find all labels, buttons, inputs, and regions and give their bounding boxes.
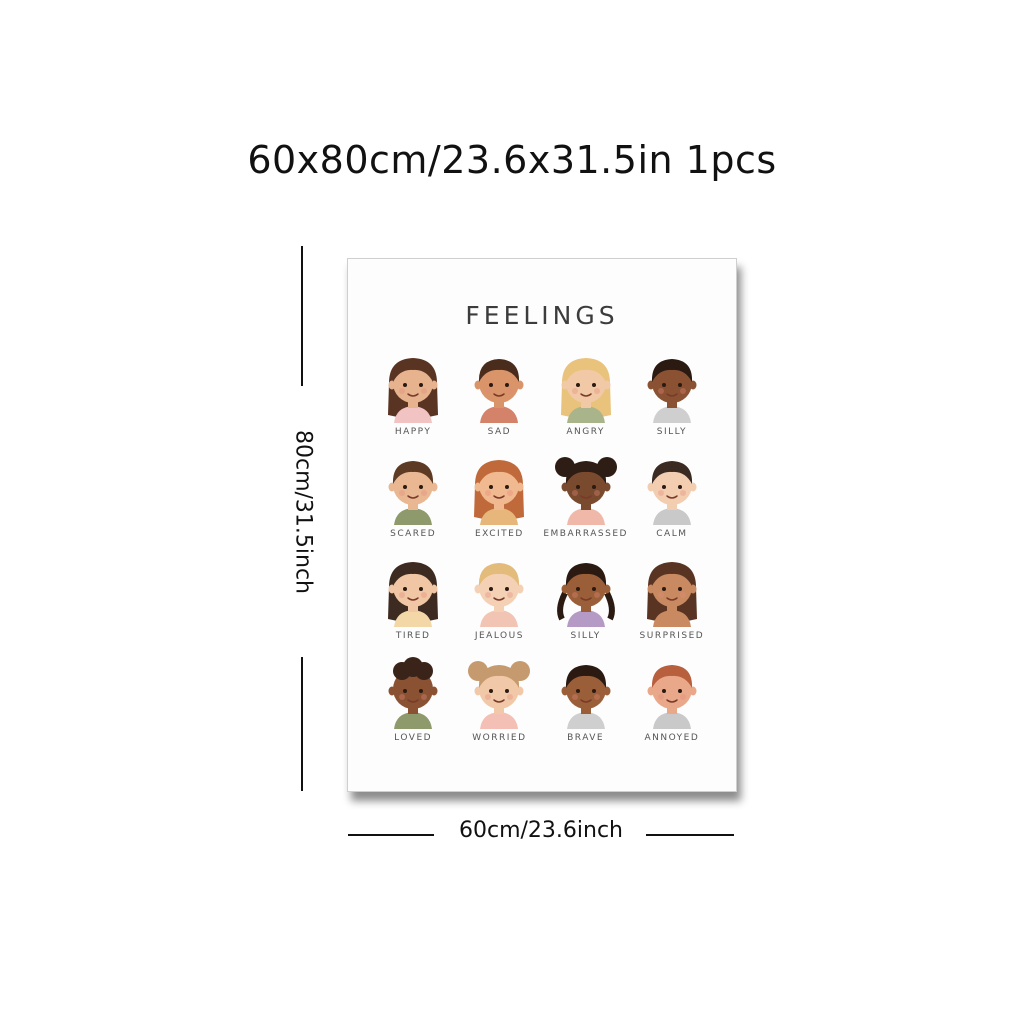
width-dimension: 60cm/23.6inch bbox=[348, 818, 734, 850]
child-face-illustration bbox=[474, 563, 524, 627]
child-face-illustration bbox=[468, 661, 531, 729]
feeling-label: LOVED bbox=[394, 733, 433, 743]
child-face-illustration bbox=[388, 461, 438, 525]
feeling-label: EXCITED bbox=[475, 529, 524, 539]
child-face-illustration bbox=[646, 562, 697, 627]
height-line-bottom bbox=[301, 657, 303, 791]
feeling-label: WORRIED bbox=[472, 733, 527, 743]
child-face-illustration bbox=[560, 358, 611, 423]
feeling-card: SILLY bbox=[629, 349, 715, 451]
child-face-illustration bbox=[561, 665, 611, 729]
feeling-card: LOVED bbox=[370, 655, 456, 757]
feeling-label: SILLY bbox=[570, 631, 601, 641]
width-line-right bbox=[646, 834, 734, 836]
feeling-label: EMBARRASSED bbox=[543, 529, 628, 539]
headline: 60x80cm/23.6x31.5in 1pcs bbox=[247, 138, 777, 182]
child-face-illustration bbox=[647, 359, 697, 423]
feeling-card: BRAVE bbox=[543, 655, 629, 757]
feeling-label: ANNOYED bbox=[644, 733, 700, 743]
feeling-label: TIRED bbox=[395, 631, 431, 641]
feeling-label: SAD bbox=[487, 427, 512, 437]
feeling-card: EXCITED bbox=[456, 451, 542, 553]
feeling-label: SCARED bbox=[390, 529, 437, 539]
feeling-card: ANNOYED bbox=[629, 655, 715, 757]
child-face-illustration bbox=[474, 460, 525, 525]
child-face-illustration bbox=[647, 461, 697, 525]
feeling-card: TIRED bbox=[370, 553, 456, 655]
feeling-label: BRAVE bbox=[567, 733, 605, 743]
child-face-illustration bbox=[556, 563, 615, 627]
feeling-card: SCARED bbox=[370, 451, 456, 553]
feeling-label: SURPRISED bbox=[639, 631, 705, 641]
feeling-card: JEALOUS bbox=[456, 553, 542, 655]
feeling-card: SAD bbox=[456, 349, 542, 451]
feeling-card: EMBARRASSED bbox=[543, 451, 629, 553]
feeling-card: SILLY bbox=[543, 553, 629, 655]
feeling-label: JEALOUS bbox=[474, 631, 524, 641]
feeling-card: HAPPY bbox=[370, 349, 456, 451]
feeling-label: CALM bbox=[656, 529, 688, 539]
poster: FEELINGS HAPPY SAD ANGRY SILLY SCARED EXCITED… bbox=[347, 258, 737, 792]
face-grid: HAPPY SAD ANGRY SILLY SCARED EXCITED EMBARRASS… bbox=[370, 349, 715, 757]
feeling-label: HAPPY bbox=[394, 427, 432, 437]
child-face-illustration bbox=[474, 359, 524, 423]
child-face-illustration bbox=[554, 457, 617, 525]
feeling-card: SURPRISED bbox=[629, 553, 715, 655]
poster-title: FEELINGS bbox=[465, 301, 619, 330]
feeling-card: ANGRY bbox=[543, 349, 629, 451]
child-face-illustration bbox=[388, 358, 439, 423]
height-label: 80cm/31.5inch bbox=[290, 429, 316, 595]
feeling-card: CALM bbox=[629, 451, 715, 553]
child-face-illustration bbox=[388, 657, 438, 729]
height-line-top bbox=[301, 246, 303, 386]
feeling-label: ANGRY bbox=[566, 427, 605, 437]
width-label: 60cm/23.6inch bbox=[458, 818, 623, 843]
feeling-label: SILLY bbox=[656, 427, 687, 437]
feeling-card: WORRIED bbox=[456, 655, 542, 757]
child-face-illustration bbox=[647, 665, 697, 729]
child-face-illustration bbox=[388, 562, 439, 627]
